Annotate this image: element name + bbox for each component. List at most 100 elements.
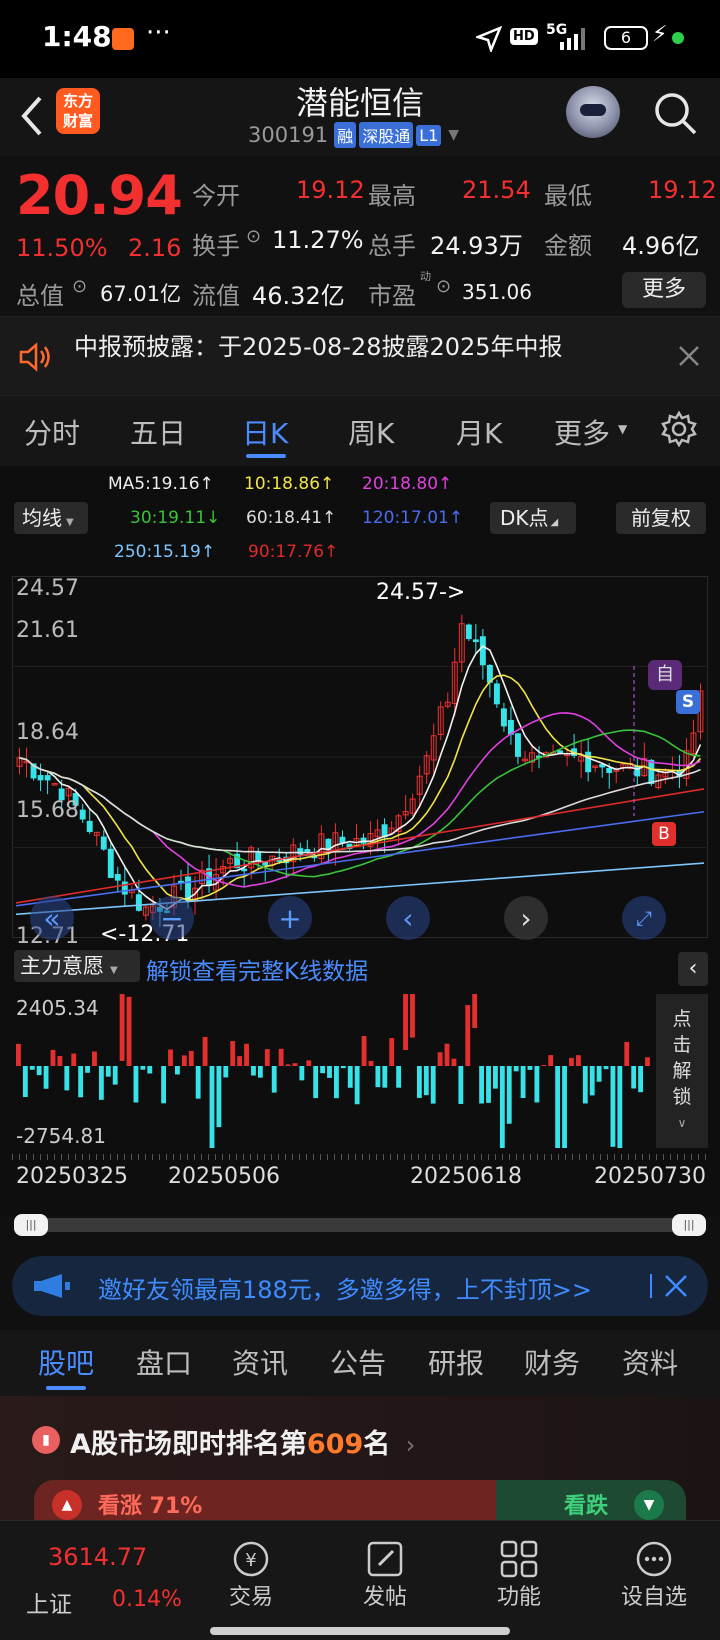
ma-selector[interactable]: 均线 ▼ (14, 502, 88, 534)
indicator-bar (209, 1066, 215, 1148)
invite-banner[interactable]: 邀好友领最高188元，多邀多得，上不封顶>> (12, 1256, 708, 1316)
svg-text:¥: ¥ (245, 1550, 256, 1571)
indicator-bar (617, 1066, 623, 1148)
current-price: 20.94 (16, 164, 183, 227)
indicator-bar (188, 1050, 194, 1066)
tab-profile[interactable]: 资料 (622, 1342, 678, 1382)
ranking-card[interactable]: ▮ A股市场即时排名第609名 › ▲ 看涨 71% 看跌 ▼ (0, 1396, 720, 1520)
stock-header: 东方 财富 潜能恒信 300191 融 深股通 L1 ▼ (0, 78, 720, 156)
stock-code-row: 300191 融 深股通 L1 ▼ (248, 122, 459, 148)
change-amount: 2.16 (128, 234, 182, 262)
adjust-button[interactable]: 前复权 (616, 502, 706, 534)
index-value: 3614.77 (48, 1543, 148, 1571)
tab-news[interactable]: 资讯 (232, 1342, 288, 1382)
indicator-bar (161, 1066, 167, 1104)
float-label: 流值 (192, 282, 240, 310)
tab-guba[interactable]: 股吧 (38, 1342, 94, 1382)
indicator-bar (382, 1066, 388, 1088)
chart-area: MA5:19.16↑ 10:18.86↑ 20:18.80↑ 30:19.11↓… (0, 466, 720, 1216)
tab-more[interactable]: 更多 (554, 412, 610, 452)
tab-daily-k[interactable]: 日K (242, 412, 288, 452)
tab-research[interactable]: 研报 (428, 1342, 484, 1382)
indicator-bar (57, 1055, 63, 1066)
unlock-kline-link[interactable]: 解锁查看完整K线数据 (146, 952, 368, 986)
close-icon[interactable] (678, 345, 700, 367)
candle-body (493, 683, 500, 705)
tab-five-day[interactable]: 五日 (130, 412, 186, 452)
candle-body (255, 851, 262, 862)
ma5-label: MA5:19.16↑ (108, 474, 214, 494)
indicator-bar (575, 1055, 581, 1066)
side-unlock-panel[interactable]: 点 击 解 锁 ∨ (656, 994, 708, 1148)
expand-icon: ⤢ (636, 906, 652, 930)
indicator-bar (472, 994, 478, 1029)
tab-intraday[interactable]: 分时 (24, 412, 80, 452)
rewind-button[interactable]: « (30, 896, 74, 940)
indicator-bar (499, 1066, 505, 1148)
info-icon[interactable]: ⊙ (436, 276, 451, 297)
info-icon[interactable]: ⊙ (246, 226, 261, 247)
bottom-nav: 3614.77 上证 0.14% ¥ 交易 发帖 功能 设自选 (0, 1520, 720, 1640)
index-widget[interactable]: 3614.77 上证 0.14% (0, 1521, 190, 1621)
close-icon[interactable] (664, 1274, 688, 1298)
status-dot-icon (672, 32, 684, 44)
indicator-bar (354, 1066, 360, 1105)
nav-post[interactable]: 发帖 (344, 1531, 426, 1627)
more-button[interactable]: 更多 (622, 272, 706, 308)
side-unlock-char: 点 (672, 1008, 692, 1030)
range-scrollbar[interactable]: ||| ||| (14, 1214, 706, 1236)
date-label: 20250730 (594, 1164, 706, 1189)
prev-button[interactable]: ‹ (386, 896, 430, 940)
banner-divider (650, 1274, 652, 1298)
range-handle-left[interactable]: ||| (14, 1214, 48, 1236)
robot-assistant-icon[interactable] (566, 86, 620, 138)
vote-down-label[interactable]: 看跌 (564, 1488, 608, 1520)
indicator-bar (375, 1066, 381, 1088)
candle-body (557, 750, 564, 754)
tab-finance[interactable]: 财务 (524, 1342, 580, 1382)
indicator-y-bottom: -2754.81 (16, 1124, 106, 1148)
indicator-selector[interactable]: 主力意愿 ▼ (14, 950, 140, 982)
tab-announcement[interactable]: 公告 (330, 1342, 386, 1382)
volume-label: 总手 (368, 232, 416, 260)
y-label-4: 15.68 (16, 798, 79, 823)
zoom-in-button[interactable]: + (268, 896, 312, 940)
nav-functions[interactable]: 功能 (478, 1531, 560, 1627)
indicator-bar (423, 1066, 429, 1096)
indicator-bar (251, 1066, 256, 1076)
period-tabs: 分时 五日 日K 周K 月K 更多 ▼ (0, 396, 720, 466)
gear-icon[interactable] (660, 410, 698, 448)
range-handle-right[interactable]: ||| (672, 1214, 706, 1236)
next-button[interactable]: › (504, 896, 548, 940)
high-value: 21.54 (462, 176, 531, 204)
megaphone-icon (34, 1274, 70, 1298)
info-icon[interactable]: ⊙ (72, 276, 87, 297)
zoom-out-button[interactable]: − (150, 896, 194, 940)
ma250-label: 250:15.19↑ (114, 542, 216, 562)
chevron-down-icon[interactable]: ▼ (448, 127, 459, 143)
eastmoney-logo[interactable]: 东方 财富 (56, 88, 100, 134)
status-time: 1:48 (42, 20, 112, 53)
dk-point-button[interactable]: DK点 ◢ (490, 502, 576, 534)
tab-pankou[interactable]: 盘口 (136, 1342, 192, 1382)
indicator-bar (223, 1066, 229, 1078)
indicator-bar (569, 1057, 574, 1066)
ma60-line (19, 757, 701, 854)
notice-bar[interactable]: 中报预披露：于2025-08-28披露2025年中报 (0, 316, 720, 396)
indicator-bar (493, 1066, 498, 1089)
tab-monthly-k[interactable]: 月K (456, 412, 502, 452)
fullscreen-button[interactable]: ⤢ (622, 896, 666, 940)
volume-value: 24.93万 (430, 232, 523, 260)
collapse-panel-button[interactable]: ‹ (678, 952, 708, 986)
nav-trade[interactable]: ¥ 交易 (210, 1531, 292, 1627)
open-label: 今开 (192, 182, 240, 210)
back-arrow-icon[interactable] (16, 92, 46, 140)
side-unlock-char: 解 (672, 1060, 692, 1082)
indicator-bar (285, 1064, 291, 1066)
search-icon[interactable] (652, 90, 698, 136)
tab-weekly-k[interactable]: 周K (348, 412, 394, 452)
nav-watchlist[interactable]: 设自选 (606, 1531, 702, 1627)
nav-post-label: 发帖 (362, 1585, 407, 1610)
side-unlock-char: 锁 (672, 1086, 692, 1108)
kline-chart[interactable] (12, 576, 708, 938)
